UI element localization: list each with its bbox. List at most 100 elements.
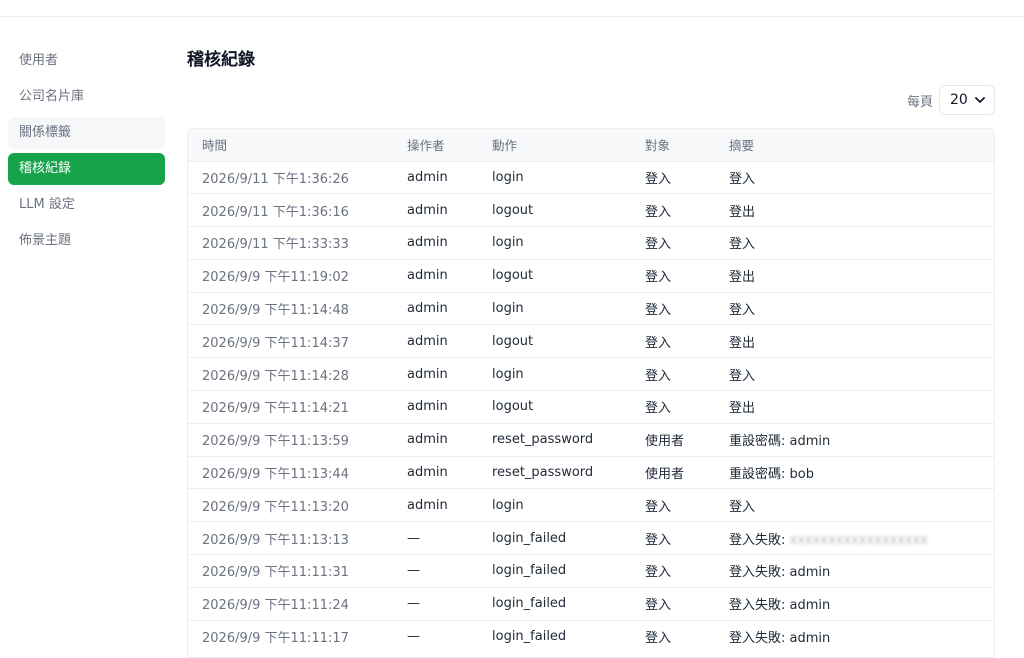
table-row: 2026/9/9 下午11:13:13 — login_failed 登入 登入失敗: …: [188, 521, 994, 555]
cell-action: logout: [478, 258, 631, 293]
cell-summary-text: 登入失敗: admin: [729, 631, 831, 647]
cell-actor: —: [393, 554, 478, 588]
cell-target-text: 登入: [645, 237, 672, 253]
cell-action: login_failed: [478, 554, 631, 588]
cell-action: login: [478, 291, 631, 325]
column-header-summary: 摘要: [715, 129, 994, 161]
cell-time-text: 2026/9/9 下午11:13:13: [202, 532, 349, 548]
cell-actor: admin: [393, 390, 478, 424]
per-page-label: 每頁: [906, 94, 933, 110]
cell-actor-text: —: [407, 530, 420, 546]
chevron-down-icon: [975, 97, 985, 103]
sidebar-item-relation-tags[interactable]: 關係標籤: [8, 117, 165, 149]
cell-summary: 重設密碼: bob: [715, 455, 994, 489]
cell-action-text: reset_password: [492, 432, 594, 448]
cell-summary: 登入: [715, 357, 994, 391]
cell-actor-text: —: [407, 563, 420, 579]
cell-actor-text: admin: [407, 366, 448, 382]
cell-summary-text: 登出: [729, 401, 756, 417]
cell-actor: admin: [393, 455, 478, 489]
cell-action: login: [478, 357, 631, 391]
cell-time-text: 2026/9/9 下午11:13:44: [202, 467, 349, 483]
cell-action-text: logout: [492, 333, 534, 349]
main-content: 稽核紀錄 每頁 20 時間 操作者 動作 對象 摘要 2026/9/11 下午1…: [187, 17, 995, 658]
cell-time: 2026/9/9 下午11:19:02: [188, 258, 393, 293]
cell-actor: —: [393, 586, 478, 621]
cell-summary: 登入失敗: admin: [715, 586, 994, 621]
cell-actor: admin: [393, 422, 478, 457]
sidebar-item-users[interactable]: 使用者: [8, 45, 165, 77]
cell-time-text: 2026/9/9 下午11:14:48: [202, 303, 349, 319]
cell-actor: admin: [393, 291, 478, 325]
sidebar-item-theme[interactable]: 佈景主題: [8, 225, 165, 257]
table-row: 2026/9/9 下午11:11:31 — login_failed 登入 登入失敗: …: [188, 554, 994, 588]
page-title: 稽核紀錄: [187, 50, 255, 70]
table-row: 2026/9/9 下午11:14:21 admin logout 登入 登出: [188, 390, 994, 424]
table-row: 2026/9/9 下午11:13:44 admin reset_password 使用…: [188, 455, 994, 489]
column-header-target: 對象: [631, 129, 715, 161]
cell-target-text: 使用者: [645, 467, 685, 483]
per-page-control: 每頁 20: [907, 85, 995, 115]
cell-actor: admin: [393, 324, 478, 358]
cell-action: logout: [478, 390, 631, 424]
cell-action-text: login_failed: [492, 596, 567, 612]
cell-time: 2026/9/9 下午11:14:37: [188, 324, 393, 358]
cell-summary-text: 登入: [729, 303, 756, 319]
cell-target: 登入: [631, 160, 715, 194]
cell-target: 使用者: [631, 455, 715, 489]
cell-target-text: 登入: [645, 499, 672, 515]
cell-summary-text: 登入失敗:: [729, 532, 786, 548]
cell-time-text: 2026/9/9 下午11:11:31: [202, 565, 349, 581]
audit-log-table: 時間 操作者 動作 對象 摘要 2026/9/11 下午1:36:26 admin…: [187, 128, 995, 658]
cell-target: 登入: [631, 193, 715, 227]
cell-summary-text: 登入: [729, 237, 756, 253]
cell-summary: 登入: [715, 488, 994, 522]
cell-target: 登入: [631, 291, 715, 325]
cell-actor: —: [393, 521, 478, 555]
cell-action-text: logout: [492, 268, 534, 284]
cell-target-text: 登入: [645, 532, 672, 548]
cell-action-text: login: [492, 169, 524, 185]
sidebar-item-audit-log[interactable]: 稽核紀錄: [8, 153, 165, 185]
sidebar: 使用者 公司名片庫 關係標籤 稽核紀錄 LLM 設定 佈景主題: [0, 17, 173, 647]
per-page-select[interactable]: 20: [939, 85, 995, 115]
cell-action: logout: [478, 193, 631, 227]
cell-time: 2026/9/11 下午1:33:33: [188, 226, 393, 260]
cell-summary: 登入失敗: xxxxxxxxxxxxxxxxxx: [715, 521, 994, 555]
cell-actor: admin: [393, 160, 478, 194]
cell-summary: 重設密碼: admin: [715, 422, 994, 457]
cell-time: 2026/9/9 下午11:11:24: [188, 586, 393, 621]
cell-summary-text: 登出: [729, 204, 756, 220]
cell-target: 使用者: [631, 422, 715, 457]
cell-target: 登入: [631, 258, 715, 293]
cell-target-text: 登入: [645, 303, 672, 319]
cell-action: login_failed: [478, 619, 631, 653]
cell-target-text: 登入: [645, 598, 672, 614]
cell-actor-text: admin: [407, 465, 448, 481]
cell-target: 登入: [631, 324, 715, 358]
redacted-text: xxxxxxxxxxxxxxxxxx: [785, 532, 929, 548]
cell-summary-text: 登入失敗: admin: [729, 598, 831, 614]
cell-time-text: 2026/9/9 下午11:13:20: [202, 499, 349, 515]
cell-target-text: 登入: [645, 270, 672, 286]
cell-summary: 登入: [715, 226, 994, 260]
sidebar-item-company-cards[interactable]: 公司名片庫: [8, 81, 165, 113]
cell-time: 2026/9/9 下午11:13:13: [188, 521, 393, 555]
sidebar-item-llm-settings[interactable]: LLM 設定: [8, 189, 165, 221]
cell-target-text: 登入: [645, 368, 672, 384]
cell-target-text: 登入: [645, 335, 672, 351]
cell-summary-text: 重設密碼: bob: [729, 467, 814, 483]
table-row: 2026/9/9 下午11:11:24 — login_failed 登入 登入失敗: …: [188, 586, 994, 621]
cell-action: logout: [478, 324, 631, 358]
cell-summary-text: 登入: [729, 499, 756, 515]
table-header-row: 時間 操作者 動作 對象 摘要: [188, 129, 994, 161]
cell-target: 登入: [631, 586, 715, 621]
cell-time-text: 2026/9/11 下午1:36:16: [202, 204, 349, 220]
cell-action-text: login_failed: [492, 629, 567, 645]
cell-time-text: 2026/9/9 下午11:14:37: [202, 335, 349, 351]
cell-action-text: login: [492, 497, 524, 513]
cell-action-text: logout: [492, 202, 534, 218]
cell-actor: admin: [393, 258, 478, 293]
cell-summary-text: 登入: [729, 368, 756, 384]
cell-action: login: [478, 226, 631, 260]
